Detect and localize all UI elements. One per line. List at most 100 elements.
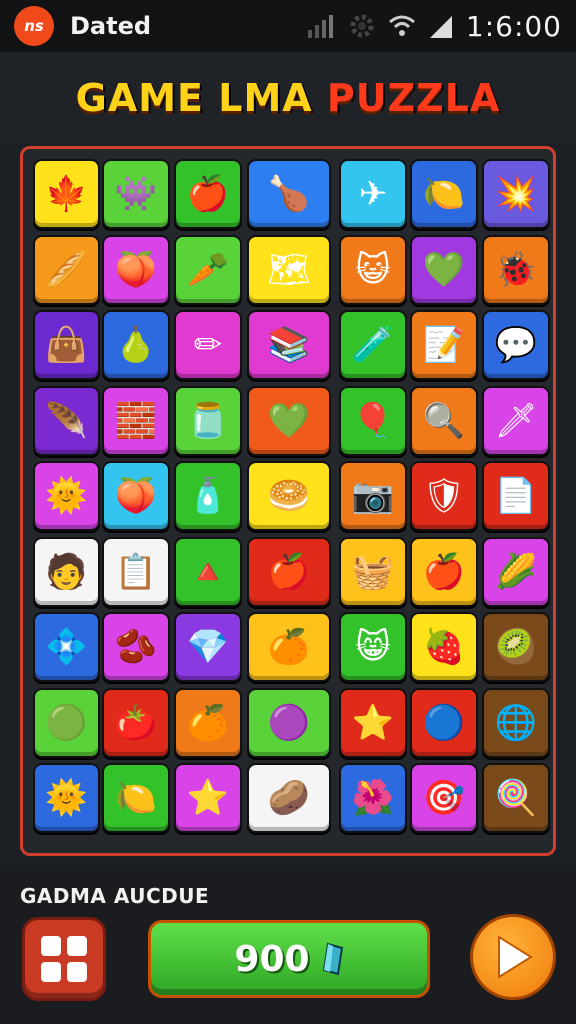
lollipop-icon: 🍭 [494,778,538,818]
shield-tile[interactable]: 🛡 [410,461,478,531]
jar-tile[interactable]: 🫙 [174,385,242,456]
bean-tile[interactable]: 🫘 [102,612,170,682]
magnifier-tile[interactable]: 🔍 [410,385,478,456]
books-tile[interactable]: 📚 [247,310,331,380]
lime-tile[interactable]: 🥝 [482,612,550,682]
bottles-icon: 🧪 [351,325,395,365]
gem-tile[interactable]: 💠 [33,612,100,682]
play-icon [498,935,533,979]
document-tile[interactable]: 📄 [482,461,550,531]
corn-tile[interactable]: 🌽 [482,536,550,607]
signal-strength-icon [429,16,452,38]
balloon-tile[interactable]: 🎈 [339,385,407,456]
bread-tile[interactable]: 🥖 [33,234,100,305]
leaf-tile[interactable]: 🍁 [33,159,100,229]
starfish-tile[interactable]: ⭐ [174,763,242,833]
splash-tile[interactable]: 💥 [482,159,550,229]
lemon-tile[interactable]: 🍋 [102,763,170,833]
pencil-tile[interactable]: ✏ [174,310,242,380]
star-tile[interactable]: ⭐ [339,687,407,758]
books-icon: 📚 [267,325,311,365]
basket-tile[interactable]: 🧺 [339,536,407,607]
target-tile[interactable]: 🎯 [410,763,478,833]
apple-icon: 🍎 [186,174,230,214]
feather-tile[interactable]: 🪶 [33,385,100,456]
magnifier-icon: 🔍 [422,400,466,441]
bag-tile[interactable]: 👜 [33,310,100,380]
chat-bubble-tile[interactable]: 💬 [482,310,550,380]
sun-tile[interactable]: 🌞 [33,461,100,531]
monster-icon: 👾 [114,174,158,214]
heart-tile[interactable]: 💚 [247,385,331,456]
bricks-tile[interactable]: 🧱 [102,385,170,456]
peach-tile[interactable]: 🍑 [102,461,170,531]
paper-plane-tile[interactable]: ✈ [339,159,407,229]
score-button[interactable]: 900 [148,920,430,998]
bread-tile[interactable]: 🥯 [247,461,331,531]
bottom-bar: GADMA AUCDUE 900 [0,870,576,1024]
strawberry-tile[interactable]: 🍓 [410,612,478,682]
sun-face-tile[interactable]: 🌞 [33,763,100,833]
orange-tile[interactable]: 🍊 [174,687,242,758]
clipboard-tile[interactable]: 📋 [102,536,170,607]
heart-face-tile[interactable]: 💚 [410,234,478,305]
grid-menu-button[interactable] [22,917,106,1001]
flower-icon: 🌺 [351,778,395,818]
document-icon: 📄 [494,476,538,516]
peach-icon: 🍑 [114,476,158,516]
cat-face-tile[interactable]: 😺 [339,234,407,305]
balloon-icon: 🎈 [351,400,395,441]
blue-blob-icon: 🔵 [422,702,466,743]
pear-tile[interactable]: 🍐 [102,310,170,380]
clock: 1:6:00 [465,9,562,43]
carrot-tile[interactable]: 🥕 [174,234,242,305]
title-area: GAME LMA PUZZLA [0,52,576,144]
map-tile[interactable]: 🗺 [247,234,331,305]
heart-apple-tile[interactable]: 🍎 [247,536,331,607]
potion-tile[interactable]: 🧴 [174,461,242,531]
wifi-icon [388,15,415,36]
cat-face-tile[interactable]: 😸 [339,612,407,682]
cone-icon: 🔺 [186,551,230,592]
face-tile[interactable]: 🧑 [33,536,100,607]
bean-icon: 🥔 [267,778,311,818]
apple-tile[interactable]: 🍎 [174,159,242,229]
notepad-tile[interactable]: 📝 [410,310,478,380]
bottom-label: GADMA AUCDUE [20,884,210,908]
bug-icon: 🐞 [494,249,538,290]
lollipop-tile[interactable]: 🍭 [482,763,550,833]
lemon-tile[interactable]: 🍋 [410,159,478,229]
sun-icon: 🌞 [45,476,88,516]
blue-blob-tile[interactable]: 🔵 [410,687,478,758]
sword-tile[interactable]: 🗡 [482,385,550,456]
peach-tile[interactable]: 🍑 [102,234,170,305]
apple-tile[interactable]: 🍎 [410,536,478,607]
crystal-tile[interactable]: 💎 [174,612,242,682]
bottles-tile[interactable]: 🧪 [339,310,407,380]
target-icon: 🎯 [422,778,466,818]
bug-tile[interactable]: 🐞 [482,234,550,305]
orange-face-tile[interactable]: 🍊 [247,612,331,682]
monster-tile[interactable]: 👾 [102,159,170,229]
apple-icon: 🍎 [422,551,466,592]
globe-tile[interactable]: 🌐 [482,687,550,758]
bean-tile[interactable]: 🥔 [247,763,331,833]
cat-face-icon: 😺 [355,249,391,290]
cone-tile[interactable]: 🔺 [174,536,242,607]
splash-icon: 💥 [494,174,538,214]
score-value: 900 [234,938,310,980]
leaf-icon: 🍁 [45,174,88,214]
drumstick-tile[interactable]: 🍗 [247,159,331,229]
grid-menu-icon [67,962,87,982]
status-icons: 1:6:00 [306,10,562,43]
play-button[interactable] [470,914,556,1000]
flower-tile[interactable]: 🌺 [339,763,407,833]
globe-icon: 🌐 [494,702,538,743]
app-icon[interactable]: ns [14,6,54,46]
tomato-tile[interactable]: 🍅 [102,687,170,758]
blob-tile[interactable]: 🟣 [247,687,331,758]
camera-tile[interactable]: 📷 [339,461,407,531]
slime-tile[interactable]: 🟢 [33,687,100,758]
settings-icon [350,14,374,38]
lemon-icon: 🍋 [114,778,158,818]
